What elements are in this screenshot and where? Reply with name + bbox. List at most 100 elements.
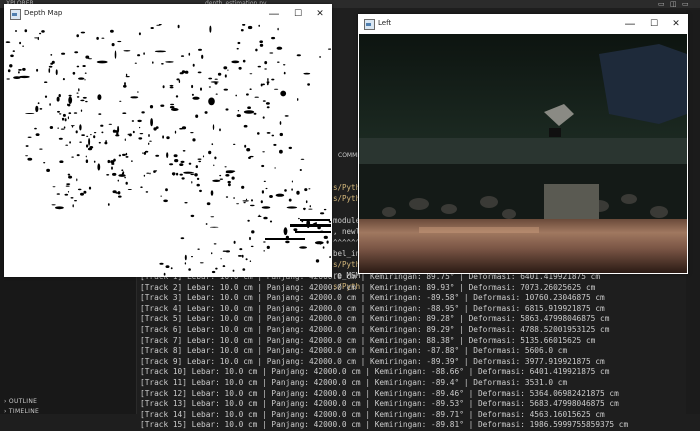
depth-speckle (61, 52, 66, 55)
depth-speckle (233, 240, 236, 244)
depth-speckle (188, 268, 191, 271)
depth-speckle (27, 157, 33, 161)
depth-speckle (59, 113, 62, 115)
depth-speckle (139, 126, 141, 129)
depth-speckle (262, 151, 265, 153)
depth-speckle (173, 173, 175, 176)
depth-speckle (67, 191, 70, 193)
close-icon[interactable]: ✕ (310, 6, 330, 22)
depth-speckle (68, 112, 72, 115)
depth-speckle (98, 113, 102, 115)
depth-speckle (214, 156, 217, 160)
split-icon[interactable]: ◫ (670, 0, 677, 8)
depth-speckle (225, 196, 229, 198)
depth-speckle (68, 96, 73, 104)
depth-speckle (262, 116, 265, 119)
depth-speckle (86, 135, 89, 137)
layout-icon[interactable]: ▭ (658, 0, 665, 8)
depth-speckle (169, 84, 174, 87)
depth-speckle (14, 30, 18, 32)
depth-speckle (165, 61, 174, 63)
depth-speckle (246, 93, 249, 96)
left-titlebar[interactable]: Left — ☐ ✕ (358, 14, 688, 34)
depth-speckle (190, 132, 194, 134)
depth-speckle (98, 141, 101, 144)
minimize-icon[interactable]: — (264, 6, 284, 22)
depth-speckle (215, 267, 218, 270)
depth-speckle (56, 193, 60, 195)
left-camera-window[interactable]: Left — ☐ ✕ (358, 14, 688, 274)
depth-speckle (224, 74, 227, 78)
depth-speckle (125, 73, 128, 77)
right-scrollbar[interactable] (686, 10, 700, 414)
depth-speckle (57, 127, 59, 129)
depth-map-window[interactable]: Depth Map — ☐ ✕ (4, 4, 332, 277)
depth-speckle (90, 134, 92, 136)
depth-speckle (110, 29, 114, 33)
window-title: Depth Map (24, 9, 63, 17)
depth-speckle (322, 246, 325, 249)
depth-speckle (269, 195, 273, 198)
depth-speckle (237, 41, 241, 45)
depth-speckle (80, 109, 83, 112)
depth-map-image (5, 24, 331, 276)
depth-speckle (93, 132, 97, 134)
depth-speckle (72, 204, 74, 208)
close-icon[interactable]: ✕ (666, 16, 686, 32)
depth-map-titlebar[interactable]: Depth Map — ☐ ✕ (4, 4, 332, 24)
terminal-output[interactable]: [Track 1] Lebar: 10.0 cm | Panjang: 4200… (140, 272, 700, 431)
depth-speckle (123, 50, 131, 52)
depth-speckle (80, 99, 85, 102)
terminal-line: [Track 15] Lebar: 10.0 cm | Panjang: 420… (140, 420, 629, 430)
depth-speckle (206, 202, 211, 206)
panel-icon[interactable]: ▭ (682, 0, 689, 8)
depth-speckle (227, 69, 229, 71)
depth-speckle (241, 185, 245, 189)
minimize-icon[interactable]: — (620, 16, 640, 32)
depth-speckle (80, 192, 84, 196)
depth-speckle (266, 106, 270, 109)
depth-speckle (71, 156, 74, 158)
depth-speckle (93, 135, 96, 139)
depth-speckle (44, 95, 48, 98)
depth-speckle (257, 65, 261, 68)
depth-speckle (93, 160, 96, 163)
depth-speckle (182, 150, 186, 152)
depth-speckle (263, 180, 266, 182)
depth-speckle (245, 198, 248, 201)
depth-speckle (76, 92, 79, 94)
depth-speckle (242, 268, 246, 271)
depth-speckle (243, 110, 255, 114)
depth-speckle (100, 124, 104, 127)
depth-speckle (323, 208, 327, 211)
depth-speckle (237, 255, 243, 257)
depth-speckle (269, 220, 273, 223)
depth-speckle (78, 88, 80, 92)
terminal-line: [Track 10] Lebar: 10.0 cm | Panjang: 420… (140, 367, 610, 377)
depth-speckle (72, 71, 76, 75)
depth-speckle (265, 102, 270, 105)
depth-speckle (106, 174, 110, 176)
depth-speckle (309, 205, 311, 208)
depth-speckle (19, 75, 30, 79)
maximize-icon[interactable]: ☐ (644, 16, 664, 32)
depth-speckle (137, 54, 141, 57)
depth-speckle (43, 162, 46, 164)
depth-speckle (150, 27, 154, 29)
depth-speckle (160, 195, 163, 197)
depth-speckle (242, 59, 246, 63)
depth-speckle (308, 208, 313, 210)
depth-speckle (277, 27, 279, 31)
depth-speckle (132, 130, 135, 134)
maximize-icon[interactable]: ☐ (288, 6, 308, 22)
depth-speckle (222, 265, 226, 268)
terminal-line: [Track 6] Lebar: 10.0 cm | Panjang: 4200… (140, 324, 610, 334)
outline-section[interactable]: › OUTLINE (4, 398, 37, 405)
depth-speckle (161, 63, 164, 65)
depth-speckle (48, 65, 53, 68)
depth-speckle (138, 137, 143, 140)
depth-speckle (116, 132, 119, 136)
depth-speckle (279, 121, 282, 125)
depth-speckle (299, 169, 302, 171)
depth-speckle (191, 181, 193, 184)
